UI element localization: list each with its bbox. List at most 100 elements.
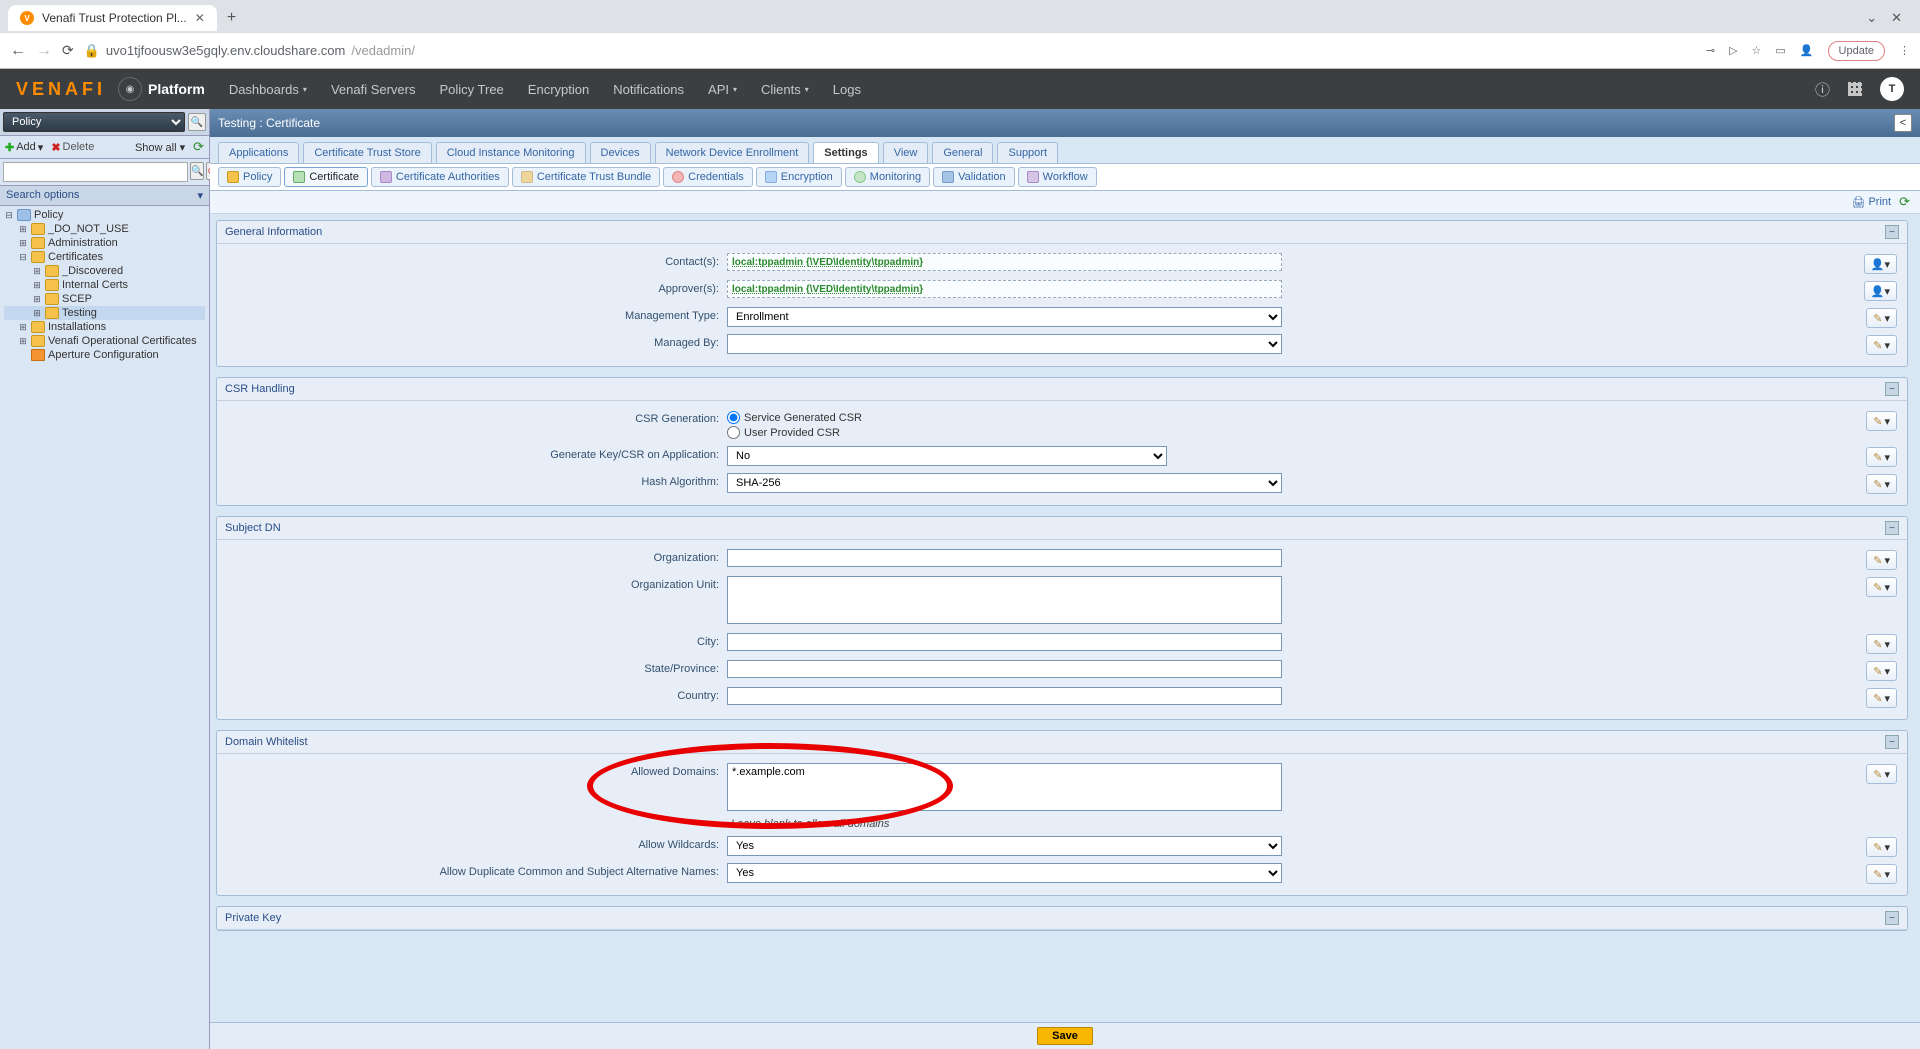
refresh-icon[interactable]: ⟳ bbox=[1899, 194, 1910, 210]
subtab-validation[interactable]: Validation bbox=[933, 167, 1015, 187]
collapse-icon[interactable]: − bbox=[1885, 735, 1899, 749]
radio-service-csr[interactable]: Service Generated CSR bbox=[727, 410, 1737, 425]
subtab-workflow[interactable]: Workflow bbox=[1018, 167, 1097, 187]
update-button[interactable]: Update bbox=[1828, 41, 1885, 61]
subtab-certificate[interactable]: Certificate bbox=[284, 167, 368, 187]
expand-icon[interactable]: ⊞ bbox=[32, 280, 42, 291]
collapse-icon[interactable]: − bbox=[1885, 911, 1899, 925]
edit-button[interactable]: ✎▾ bbox=[1866, 550, 1897, 570]
share-icon[interactable]: < bbox=[1894, 114, 1912, 132]
expand-icon[interactable]: ⊞ bbox=[32, 266, 42, 277]
approvers-value[interactable]: local:tppadmin {\VED\Identity\tppadmin} bbox=[727, 280, 1282, 298]
close-window-icon[interactable]: ✕ bbox=[1891, 10, 1902, 26]
nav-notifications[interactable]: Notifications bbox=[613, 82, 684, 97]
nav-api[interactable]: API▾ bbox=[708, 82, 737, 97]
subtab-policy[interactable]: Policy bbox=[218, 167, 281, 187]
edit-button[interactable]: ✎▾ bbox=[1866, 411, 1897, 431]
organization-input[interactable] bbox=[727, 549, 1282, 567]
nav-encryption[interactable]: Encryption bbox=[528, 82, 589, 97]
managed-by-select[interactable] bbox=[727, 334, 1282, 354]
collapse-icon[interactable]: ⊟ bbox=[4, 210, 14, 221]
tree-node-testing[interactable]: ⊞Testing bbox=[4, 306, 205, 320]
tree-node[interactable]: ⊞Venafi Operational Certificates bbox=[4, 334, 205, 348]
object-type-select[interactable]: Policy bbox=[3, 112, 185, 132]
star-icon[interactable]: ☆ bbox=[1752, 44, 1762, 57]
expand-icon[interactable]: ⊞ bbox=[18, 238, 28, 249]
add-button[interactable]: ✚Add ▾ bbox=[5, 141, 43, 154]
edit-button[interactable]: ✎▾ bbox=[1866, 335, 1897, 355]
subtab-trust-bundle[interactable]: Certificate Trust Bundle bbox=[512, 167, 660, 187]
edit-button[interactable]: ✎▾ bbox=[1866, 634, 1897, 654]
save-button[interactable]: Save bbox=[1037, 1027, 1093, 1045]
nav-venafi-servers[interactable]: Venafi Servers bbox=[331, 82, 416, 97]
ou-input[interactable] bbox=[727, 576, 1282, 624]
tree-node[interactable]: ⊞_Discovered bbox=[4, 264, 205, 278]
nav-clients[interactable]: Clients▾ bbox=[761, 82, 809, 97]
apps-icon[interactable] bbox=[1848, 82, 1862, 96]
search-options-toggle[interactable]: Search options ▾ bbox=[0, 186, 209, 206]
tree-node[interactable]: ⊞Installations bbox=[4, 320, 205, 334]
expand-icon[interactable]: ⊞ bbox=[18, 224, 28, 235]
allowed-domains-input[interactable] bbox=[727, 763, 1282, 811]
tab-support[interactable]: Support bbox=[997, 142, 1058, 163]
tree-search-input[interactable] bbox=[3, 162, 188, 182]
url-input[interactable]: 🔒 uvo1tjfoousw3e5gqly.env.cloudshare.com… bbox=[84, 43, 1696, 59]
radio-user-csr[interactable]: User Provided CSR bbox=[727, 425, 1737, 440]
tab-general[interactable]: General bbox=[932, 142, 993, 163]
edit-button[interactable]: ✎▾ bbox=[1866, 447, 1897, 467]
chevron-down-icon[interactable]: ⌄ bbox=[1866, 10, 1877, 26]
read-mode-icon[interactable]: ▭ bbox=[1775, 44, 1785, 57]
tab-settings[interactable]: Settings bbox=[813, 142, 878, 163]
collapse-icon[interactable]: − bbox=[1885, 521, 1899, 535]
forward-button[interactable]: → bbox=[36, 42, 52, 60]
contacts-value[interactable]: local:tppadmin {\VED\Identity\tppadmin} bbox=[727, 253, 1282, 271]
tab-cloud-monitoring[interactable]: Cloud Instance Monitoring bbox=[436, 142, 586, 163]
tab-view[interactable]: View bbox=[883, 142, 929, 163]
tree-node-certificates[interactable]: ⊟Certificates bbox=[4, 250, 205, 264]
wildcards-select[interactable]: Yes bbox=[727, 836, 1282, 856]
tab-network-enrollment[interactable]: Network Device Enrollment bbox=[655, 142, 810, 163]
help-icon[interactable]: ⓘ bbox=[1815, 79, 1830, 100]
subtab-credentials[interactable]: Credentials bbox=[663, 167, 753, 187]
hash-select[interactable]: SHA-256 bbox=[727, 473, 1282, 493]
browser-menu-icon[interactable]: ⋮ bbox=[1899, 44, 1910, 57]
tree-node[interactable]: ⊞_DO_NOT_USE bbox=[4, 222, 205, 236]
tree-node[interactable]: ⊞Internal Certs bbox=[4, 278, 205, 292]
edit-button[interactable]: ✎▾ bbox=[1866, 308, 1897, 328]
tree-node[interactable]: ⊞SCEP bbox=[4, 292, 205, 306]
country-input[interactable] bbox=[727, 687, 1282, 705]
dup-names-select[interactable]: Yes bbox=[727, 863, 1282, 883]
search-icon[interactable]: 🔍 bbox=[190, 162, 204, 180]
edit-button[interactable]: ✎▾ bbox=[1866, 864, 1897, 884]
edit-button[interactable]: ✎▾ bbox=[1866, 764, 1897, 784]
reload-button[interactable]: ⟳ bbox=[62, 42, 74, 59]
collapse-icon[interactable]: − bbox=[1885, 225, 1899, 239]
expand-icon[interactable]: ⊞ bbox=[32, 308, 42, 319]
tab-devices[interactable]: Devices bbox=[590, 142, 651, 163]
key-icon[interactable]: ⊸ bbox=[1706, 44, 1715, 57]
edit-button[interactable]: ✎▾ bbox=[1866, 474, 1897, 494]
subtab-encryption[interactable]: Encryption bbox=[756, 167, 842, 187]
tree-node[interactable]: ⊞Administration bbox=[4, 236, 205, 250]
nav-logs[interactable]: Logs bbox=[833, 82, 861, 97]
tab-cert-trust-store[interactable]: Certificate Trust Store bbox=[303, 142, 431, 163]
expand-icon[interactable]: ⊞ bbox=[18, 322, 28, 333]
edit-button[interactable]: ✎▾ bbox=[1866, 837, 1897, 857]
subtab-monitoring[interactable]: Monitoring bbox=[845, 167, 930, 187]
close-tab-icon[interactable]: ✕ bbox=[195, 11, 205, 25]
tree-node-policy[interactable]: ⊟Policy bbox=[4, 208, 205, 222]
delete-button[interactable]: ✖Delete bbox=[51, 141, 94, 154]
collapse-icon[interactable]: ⊟ bbox=[18, 252, 28, 263]
nav-dashboards[interactable]: Dashboards▾ bbox=[229, 82, 307, 97]
city-input[interactable] bbox=[727, 633, 1282, 651]
expand-icon[interactable]: ⊞ bbox=[32, 294, 42, 305]
edit-button[interactable]: ✎▾ bbox=[1866, 661, 1897, 681]
collapse-icon[interactable]: − bbox=[1885, 382, 1899, 396]
cast-icon[interactable]: ▷ bbox=[1729, 44, 1737, 57]
add-approver-button[interactable]: 👤▾ bbox=[1864, 281, 1897, 301]
tab-applications[interactable]: Applications bbox=[218, 142, 299, 163]
tree-node-aperture[interactable]: Aperture Configuration bbox=[4, 348, 205, 362]
refresh-icon[interactable]: ⟳ bbox=[193, 139, 204, 155]
edit-button[interactable]: ✎▾ bbox=[1866, 577, 1897, 597]
mgmt-type-select[interactable]: Enrollment bbox=[727, 307, 1282, 327]
